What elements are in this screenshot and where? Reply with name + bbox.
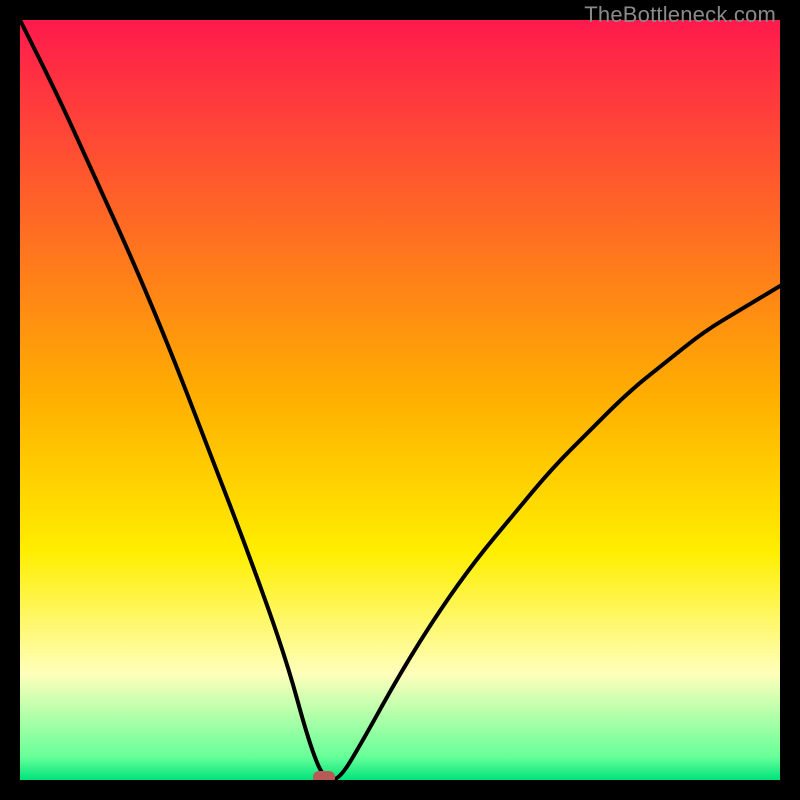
watermark-text: TheBottleneck.com bbox=[584, 2, 776, 28]
bottleneck-chart bbox=[20, 20, 780, 780]
chart-frame bbox=[20, 20, 780, 780]
optimal-marker bbox=[313, 771, 335, 780]
gradient-background bbox=[20, 20, 780, 780]
